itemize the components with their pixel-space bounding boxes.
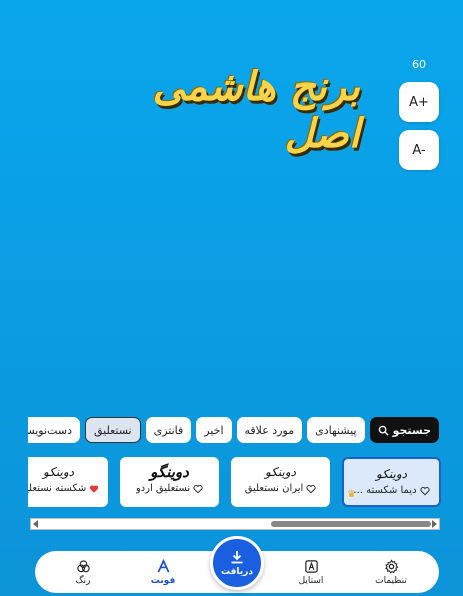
- font-name: ایران نستعلیق: [244, 483, 304, 494]
- nav-font[interactable]: فونت: [133, 555, 193, 589]
- category-chip-nastaliq[interactable]: نستعلیق: [84, 417, 141, 443]
- font-sample: دوینگو: [150, 463, 189, 481]
- font-card[interactable]: دوینکو ایران نستعلیق: [231, 457, 330, 507]
- nav-font-label: فونت: [150, 575, 176, 586]
- download-icon: [231, 551, 243, 564]
- scroll-thumb[interactable]: [271, 521, 431, 527]
- category-chip-recent[interactable]: اخیر: [196, 417, 232, 443]
- font-card[interactable]: دوینکو شکسته نستعلیق: [28, 457, 108, 507]
- scroll-left-arrow-icon[interactable]: [33, 520, 38, 528]
- nav-settings-label: تنظیمات: [375, 575, 407, 586]
- font-name: دیما شکسته ...: [353, 485, 417, 496]
- heart-outline-icon[interactable]: [193, 484, 203, 494]
- search-icon: [378, 425, 389, 436]
- search-button[interactable]: جستجو: [369, 417, 439, 443]
- gear-icon: [384, 558, 398, 574]
- heart-outline-icon[interactable]: [306, 484, 316, 494]
- decrease-size-button[interactable]: A-: [399, 130, 439, 170]
- nav-color-label: رنگ: [75, 575, 91, 586]
- style-icon: [304, 559, 318, 573]
- nav-settings[interactable]: تنظیمات: [361, 555, 421, 589]
- search-label: جستجو: [392, 423, 431, 437]
- category-chip-suggested[interactable]: پیشنهادی: [307, 417, 365, 443]
- nav-style-label: استایل: [298, 575, 324, 586]
- text-preview[interactable]: برنج هاشمی اصل: [100, 63, 360, 157]
- font-list: دوینکو دیما شکسته ... ♛ دوینکو ایران نست…: [28, 457, 441, 507]
- font-name: نستعلیق اردو: [135, 483, 191, 494]
- increase-size-button[interactable]: A+: [399, 82, 439, 122]
- download-button[interactable]: دریافت: [210, 536, 264, 590]
- font-sample: دوینکو: [43, 465, 74, 479]
- font-sample: دوینکو: [376, 467, 407, 481]
- scroll-right-arrow-icon[interactable]: [432, 520, 437, 528]
- horizontal-scrollbar[interactable]: [30, 518, 440, 530]
- download-label: دریافت: [221, 567, 253, 577]
- heart-outline-icon[interactable]: [419, 486, 430, 496]
- font-sample: دوینکو: [265, 465, 296, 479]
- category-chips: جستجو پیشنهادی مورد علاقه اخیر فانتزی نس…: [28, 417, 439, 444]
- category-chip-favorites[interactable]: مورد علاقه: [236, 417, 303, 443]
- font-size-readout: 60: [412, 58, 426, 71]
- category-chip-fantasy[interactable]: فانتزی: [145, 417, 192, 443]
- font-card[interactable]: دوینگو نستعلیق اردو: [120, 457, 219, 507]
- color-palette-icon: [76, 559, 90, 572]
- font-icon: [157, 558, 169, 572]
- heart-filled-icon[interactable]: [89, 484, 99, 494]
- font-card[interactable]: دوینکو دیما شکسته ... ♛: [342, 457, 441, 507]
- crown-icon: ♛: [347, 489, 356, 500]
- nav-color[interactable]: رنگ: [53, 555, 113, 589]
- category-chip-handwriting[interactable]: دست‌نویس: [28, 417, 80, 443]
- font-name: شکسته نستعلیق: [28, 483, 87, 494]
- nav-style[interactable]: استایل: [281, 555, 341, 589]
